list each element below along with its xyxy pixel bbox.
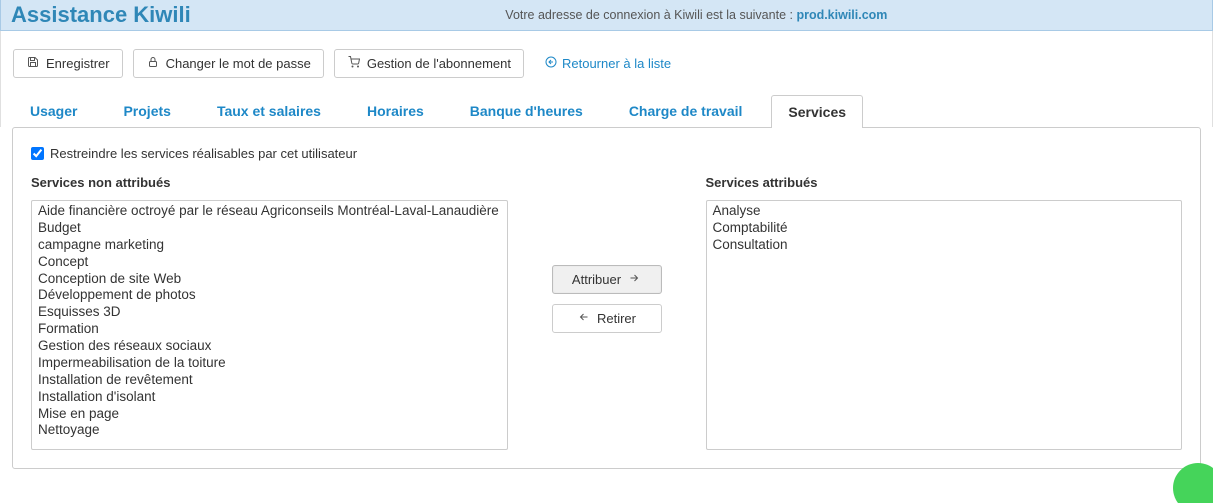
tabs: Usager Projets Taux et salaires Horaires Ban…	[0, 88, 1213, 127]
save-icon	[26, 56, 40, 71]
arrow-right-icon	[627, 272, 641, 287]
help-bubble[interactable]	[1173, 463, 1213, 503]
back-to-list-link[interactable]: Retourner à la liste	[544, 56, 671, 71]
assigned-listbox[interactable]: AnalyseComptabilitéConsultation	[706, 200, 1183, 450]
restrict-services-label[interactable]: Restreindre les services réalisables par…	[50, 146, 357, 161]
list-item[interactable]: Esquisses 3D	[32, 304, 507, 321]
remove-button-label: Retirer	[597, 311, 636, 326]
tab-projets[interactable]: Projets	[106, 94, 187, 127]
back-to-list-label: Retourner à la liste	[562, 56, 671, 71]
arrow-left-icon	[577, 311, 591, 326]
assign-button-label: Attribuer	[572, 272, 621, 287]
list-item[interactable]: Consultation	[707, 237, 1182, 254]
list-item[interactable]: Budget	[32, 220, 507, 237]
list-item[interactable]: Impermeabilisation de la toiture	[32, 355, 507, 372]
lock-icon	[146, 56, 160, 71]
list-item[interactable]: Concept	[32, 254, 507, 271]
restrict-services-row: Restreindre les services réalisables par…	[31, 146, 1182, 161]
list-item[interactable]: Installation d'isolant	[32, 389, 507, 406]
tab-services[interactable]: Services	[771, 95, 863, 128]
tab-usager[interactable]: Usager	[13, 94, 94, 127]
login-address-link[interactable]: prod.kiwili.com	[796, 8, 887, 22]
list-item[interactable]: Nettoyage	[32, 422, 507, 439]
change-password-button[interactable]: Changer le mot de passe	[133, 49, 324, 78]
assigned-title: Services attribués	[706, 175, 1183, 190]
page-title: Assistance Kiwili	[11, 2, 191, 28]
assign-button[interactable]: Attribuer	[552, 265, 662, 294]
list-item[interactable]: Conception de site Web	[32, 271, 507, 288]
unassigned-title: Services non attribués	[31, 175, 508, 190]
list-item[interactable]: Développement de photos	[32, 287, 507, 304]
change-password-label: Changer le mot de passe	[166, 56, 311, 71]
tab-horaires[interactable]: Horaires	[350, 94, 441, 127]
toolbar: Enregistrer Changer le mot de passe Gest…	[0, 31, 1213, 88]
subscription-button[interactable]: Gestion de l'abonnement	[334, 49, 524, 78]
tab-taux[interactable]: Taux et salaires	[200, 94, 338, 127]
list-item[interactable]: Aide financière octroyé par le réseau Ag…	[32, 203, 507, 220]
list-item[interactable]: Formation	[32, 321, 507, 338]
tab-charge[interactable]: Charge de travail	[612, 94, 760, 127]
login-address-prefix: Votre adresse de connexion à Kiwili est …	[505, 8, 796, 22]
list-item[interactable]: Gestion des réseaux sociaux	[32, 338, 507, 355]
save-button[interactable]: Enregistrer	[13, 49, 123, 78]
dual-list: Services non attribués Aide financière o…	[31, 175, 1182, 450]
unassigned-column: Services non attribués Aide financière o…	[31, 175, 508, 450]
remove-button[interactable]: Retirer	[552, 304, 662, 333]
restrict-services-checkbox[interactable]	[31, 147, 44, 160]
unassigned-listbox[interactable]: Aide financière octroyé par le réseau Ag…	[31, 200, 508, 450]
list-item[interactable]: campagne marketing	[32, 237, 507, 254]
transfer-controls: Attribuer Retirer	[508, 175, 706, 333]
topbar: Assistance Kiwili Votre adresse de conne…	[0, 0, 1213, 31]
subscription-label: Gestion de l'abonnement	[367, 56, 511, 71]
list-item[interactable]: Installation de revêtement	[32, 372, 507, 389]
list-item[interactable]: Mise en page	[32, 406, 507, 423]
arrow-left-circle-icon	[544, 56, 558, 71]
list-item[interactable]: Comptabilité	[707, 220, 1182, 237]
services-panel: Restreindre les services réalisables par…	[12, 127, 1201, 469]
tab-banque[interactable]: Banque d'heures	[453, 94, 600, 127]
list-item[interactable]: Analyse	[707, 203, 1182, 220]
assigned-column: Services attribués AnalyseComptabilitéCo…	[706, 175, 1183, 450]
login-address-text: Votre adresse de connexion à Kiwili est …	[191, 8, 1202, 22]
tab-list: Usager Projets Taux et salaires Horaires Ban…	[13, 94, 1200, 127]
cart-icon	[347, 56, 361, 71]
save-button-label: Enregistrer	[46, 56, 110, 71]
